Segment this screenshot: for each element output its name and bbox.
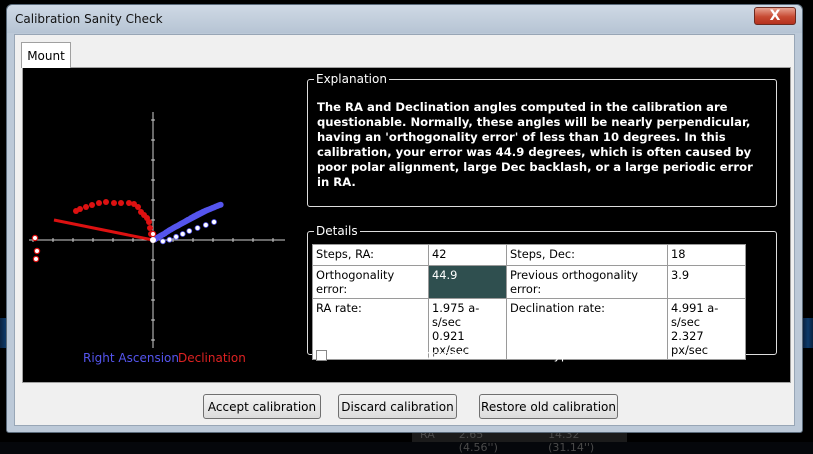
legend-declination: Declination [178,351,246,365]
previous-orthogonality-value[interactable]: 3.9 [667,265,746,299]
tab-panel-mount: Right Ascension Declination Explanation … [22,67,791,383]
steps-ra-label: Steps, RA: [312,244,429,266]
dec-point [73,208,79,214]
details-table: Steps, RA: 42 Steps, Dec: 18 Orthogonali… [312,244,746,360]
ra-return-point [179,231,186,237]
dec-point [89,202,95,208]
ra-return-point [166,236,173,243]
ra-rate-arcsec: 1.975 a-s/sec [432,301,480,329]
ra-return-point [202,222,209,228]
title-bar[interactable]: Calibration Sanity Check X [7,5,802,33]
calibration-dialog: Calibration Sanity Check X Mount Right A… [6,4,803,433]
plot-axes [29,112,285,348]
dont-show-alerts-label: Don't show calibration alerts of this ty… [332,348,576,362]
dec-point [118,200,124,206]
ra-return-point [159,238,166,245]
dec-return-point [149,230,157,238]
close-icon: X [769,8,781,24]
dec-vector-line [53,218,154,242]
dec-rate-px: 2.327 px/sec [671,329,709,357]
dec-point [147,225,153,231]
dec-return-point [31,234,39,242]
dec-point [131,201,137,207]
dec-point [138,209,144,215]
plot-points [31,199,224,263]
orthogonality-error-label: Orthogonality error: [312,265,429,299]
background-edge-right [803,318,813,348]
details-heading: Details [314,224,360,238]
origin-point [150,237,156,243]
explanation-text: The RA and Declination angles computed i… [317,100,753,189]
dec-point [126,200,132,206]
dialog-client: Mount Right Ascension Declination Explan… [14,34,795,426]
tab-mount[interactable]: Mount [21,42,71,68]
legend-right-ascension: Right Ascension [83,351,179,365]
explanation-heading: Explanation [314,72,389,86]
dec-rate-value[interactable]: 4.991 a-s/sec 2.327 px/sec [667,298,746,360]
dialog-title: Calibration Sanity Check [15,12,163,26]
ra-return-point [173,233,180,240]
steps-dec-value[interactable]: 18 [667,244,746,266]
restore-old-calibration-button[interactable]: Restore old calibration [479,394,618,419]
steps-dec-label: Steps, Dec: [506,244,668,266]
dont-show-alerts-checkbox[interactable]: Don't show calibration alerts of this ty… [316,348,576,362]
dec-point [96,200,102,206]
checkbox-icon[interactable] [316,349,327,361]
previous-orthogonality-label: Previous orthogonality error: [506,265,668,299]
dec-point [103,199,109,205]
ra-return-point [211,219,217,225]
details-row-steps: Steps, RA: 42 Steps, Dec: 18 [312,244,746,266]
details-group: Details Steps, RA: 42 Steps, Dec: 18 Ort… [307,224,777,360]
dec-return-point [33,247,41,255]
details-row-orthogonality: Orthogonality error: 44.9 Previous ortho… [312,265,746,299]
explanation-group: Explanation The RA and Declination angle… [307,72,777,207]
discard-calibration-button[interactable]: Discard calibration [338,394,457,419]
ra-return-point [186,228,193,234]
accept-calibration-button[interactable]: Accept calibration [203,394,321,419]
calibration-plot [29,112,285,348]
dec-point [83,204,89,210]
dec-return-point [32,255,40,263]
tab-label: Mount [27,48,65,63]
close-button[interactable]: X [754,7,796,25]
ra-return-point [194,225,201,231]
dec-point [111,200,117,206]
orthogonality-error-value[interactable]: 44.9 [428,265,507,299]
steps-ra-value[interactable]: 42 [428,244,507,266]
dec-rate-arcsec: 4.991 a-s/sec [671,301,719,329]
ra-point [217,201,224,208]
